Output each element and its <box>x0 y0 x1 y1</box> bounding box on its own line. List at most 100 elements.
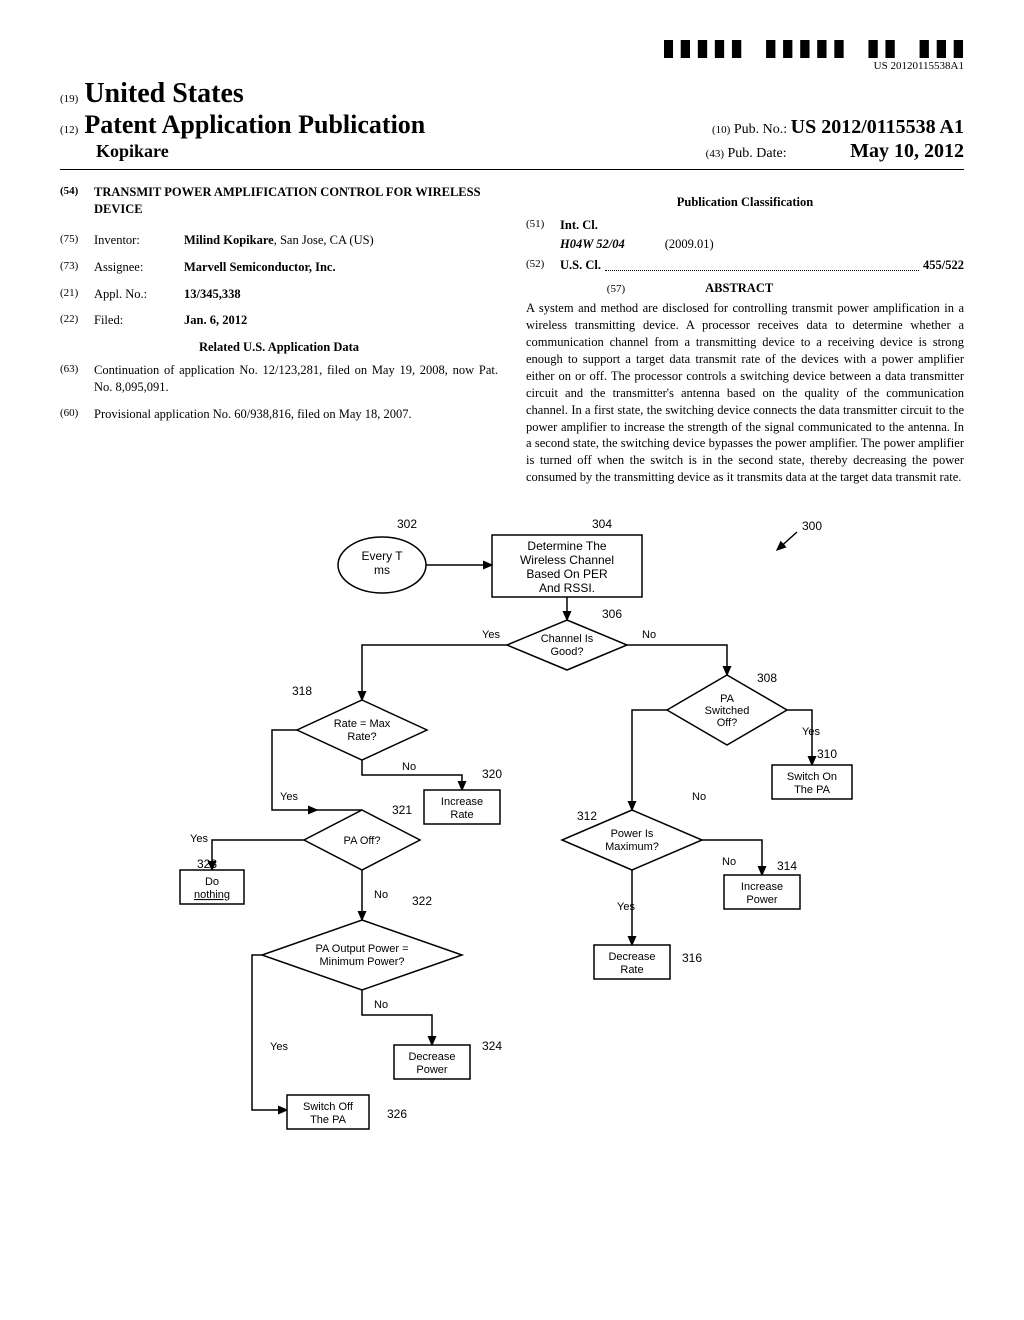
ref-326: 326 <box>387 1107 407 1121</box>
d322b: Minimum Power? <box>320 956 405 968</box>
inventor-label: Inventor: <box>94 232 184 249</box>
field-75: (75) <box>60 232 94 249</box>
ref-324: 324 <box>482 1039 502 1053</box>
no-318: No <box>402 761 416 773</box>
yes-322: Yes <box>270 1041 288 1053</box>
d306b: Good? <box>550 646 583 658</box>
assignee: Marvell Semiconductor, Inc. <box>184 259 498 276</box>
b314b: Power <box>746 894 778 906</box>
ref-320: 320 <box>482 767 502 781</box>
d318a: Rate = Max <box>334 718 391 730</box>
b310a: Switch On <box>787 771 837 783</box>
filed-label: Filed: <box>94 312 184 329</box>
body-columns: (54) TRANSMIT POWER AMPLIFICATION CONTRO… <box>60 184 964 486</box>
right-column: Publication Classification (51) Int. Cl.… <box>526 184 964 486</box>
b310b: The PA <box>794 784 831 796</box>
field-73: (73) <box>60 259 94 276</box>
ref-322: 322 <box>412 894 432 908</box>
field-51: (51) <box>526 217 560 234</box>
divider <box>60 169 964 170</box>
inventor-name: Milind Kopikare <box>184 233 274 247</box>
field-43: (43) <box>706 148 724 160</box>
barcode: ▌▌▌▌▌ ▌▌▌▌▌ ▌▌ ▌▌▌▌ ▌▌▌ ▌▌▌▌ ▌▌▌▌ ▌▌▌ ▌▌… <box>664 40 964 58</box>
b326a: Switch Off <box>303 1101 354 1113</box>
b304a: Determine The <box>527 539 606 553</box>
header: (19) United States (12) Patent Applicati… <box>60 78 964 163</box>
b324b: Power <box>416 1064 448 1076</box>
field-54: (54) <box>60 184 94 218</box>
b304c: Based On PER <box>526 567 608 581</box>
no-312: No <box>722 856 736 868</box>
related-head: Related U.S. Application Data <box>60 339 498 356</box>
d322a: PA Output Power = <box>315 943 408 955</box>
d308b: Switched <box>705 705 750 717</box>
ref-312: 312 <box>577 809 597 823</box>
inventor-loc: , San Jose, CA (US) <box>274 233 374 247</box>
applno: 13/345,338 <box>184 286 498 303</box>
pubno: US 2012/0115538 A1 <box>791 116 964 138</box>
d312b: Maximum? <box>605 841 659 853</box>
ref-306: 306 <box>602 607 622 621</box>
ref-316: 316 <box>682 951 702 965</box>
ref-323: 323 <box>197 857 217 871</box>
b316b: Rate <box>620 964 643 976</box>
field-22: (22) <box>60 312 94 329</box>
d318b: Rate? <box>347 731 376 743</box>
b314a: Increase <box>741 881 783 893</box>
ref-321: 321 <box>392 803 412 817</box>
d308a: PA <box>720 693 735 705</box>
assignee-label: Assignee: <box>94 259 184 276</box>
ref-302: 302 <box>397 517 417 531</box>
ref-308: 308 <box>757 671 777 685</box>
d321: PA Off? <box>344 835 381 847</box>
b320b: Rate <box>450 809 473 821</box>
continuation: Continuation of application No. 12/123,2… <box>94 362 498 396</box>
ref-318: 318 <box>292 684 312 698</box>
intcl-code: H04W 52/04 <box>560 236 625 253</box>
ref-304: 304 <box>592 517 612 531</box>
no-306: No <box>642 629 656 641</box>
no-321: No <box>374 889 388 901</box>
b320a: Increase <box>441 796 483 808</box>
d306a: Channel Is <box>541 633 594 645</box>
b326b: The PA <box>310 1114 347 1126</box>
b323a: Do <box>205 876 219 888</box>
yes-318: Yes <box>280 791 298 803</box>
ref-300: 300 <box>802 519 822 533</box>
uscl-label: U.S. Cl. <box>560 257 601 274</box>
field-10: (10) <box>712 124 730 136</box>
b304b: Wireless Channel <box>520 553 614 567</box>
applno-label: Appl. No.: <box>94 286 184 303</box>
no-308: No <box>692 791 706 803</box>
invention-title: TRANSMIT POWER AMPLIFICATION CONTROL FOR… <box>94 184 498 218</box>
yes-308: Yes <box>802 726 820 738</box>
yes-321-text: Yes <box>190 833 208 845</box>
d312a: Power Is <box>611 828 654 840</box>
b316a: Decrease <box>608 951 655 963</box>
ref-314: 314 <box>777 859 797 873</box>
ref-310: 310 <box>817 747 837 761</box>
top-meta: ▌▌▌▌▌ ▌▌▌▌▌ ▌▌ ▌▌▌▌ ▌▌▌ ▌▌▌▌ ▌▌▌▌ ▌▌▌ ▌▌… <box>60 40 964 72</box>
barcode-label: US 20120115538A1 <box>664 60 964 72</box>
field-57: (57) <box>607 282 625 297</box>
intcl-year: (2009.01) <box>665 236 714 253</box>
pubdate-label: Pub. Date: <box>728 146 787 161</box>
field-21: (21) <box>60 286 94 303</box>
field-12: (12) <box>60 124 78 136</box>
left-column: (54) TRANSMIT POWER AMPLIFICATION CONTRO… <box>60 184 498 486</box>
pubdate: May 10, 2012 <box>850 140 964 162</box>
b302a: Every T <box>361 549 403 563</box>
intcl-label: Int. Cl. <box>560 217 598 234</box>
field-60: (60) <box>60 406 94 423</box>
abstract-label: ABSTRACT <box>705 280 773 297</box>
b323b: nothing <box>194 889 230 901</box>
uscl-val: 455/522 <box>923 257 964 274</box>
filed-date: Jan. 6, 2012 <box>184 312 498 329</box>
abstract-text: A system and method are disclosed for co… <box>526 300 964 486</box>
no-322: No <box>374 999 388 1011</box>
b324a: Decrease <box>408 1051 455 1063</box>
field-19: (19) <box>60 93 78 105</box>
b302b: ms <box>374 563 390 577</box>
dots <box>605 257 919 271</box>
provisional: Provisional application No. 60/938,816, … <box>94 406 498 423</box>
